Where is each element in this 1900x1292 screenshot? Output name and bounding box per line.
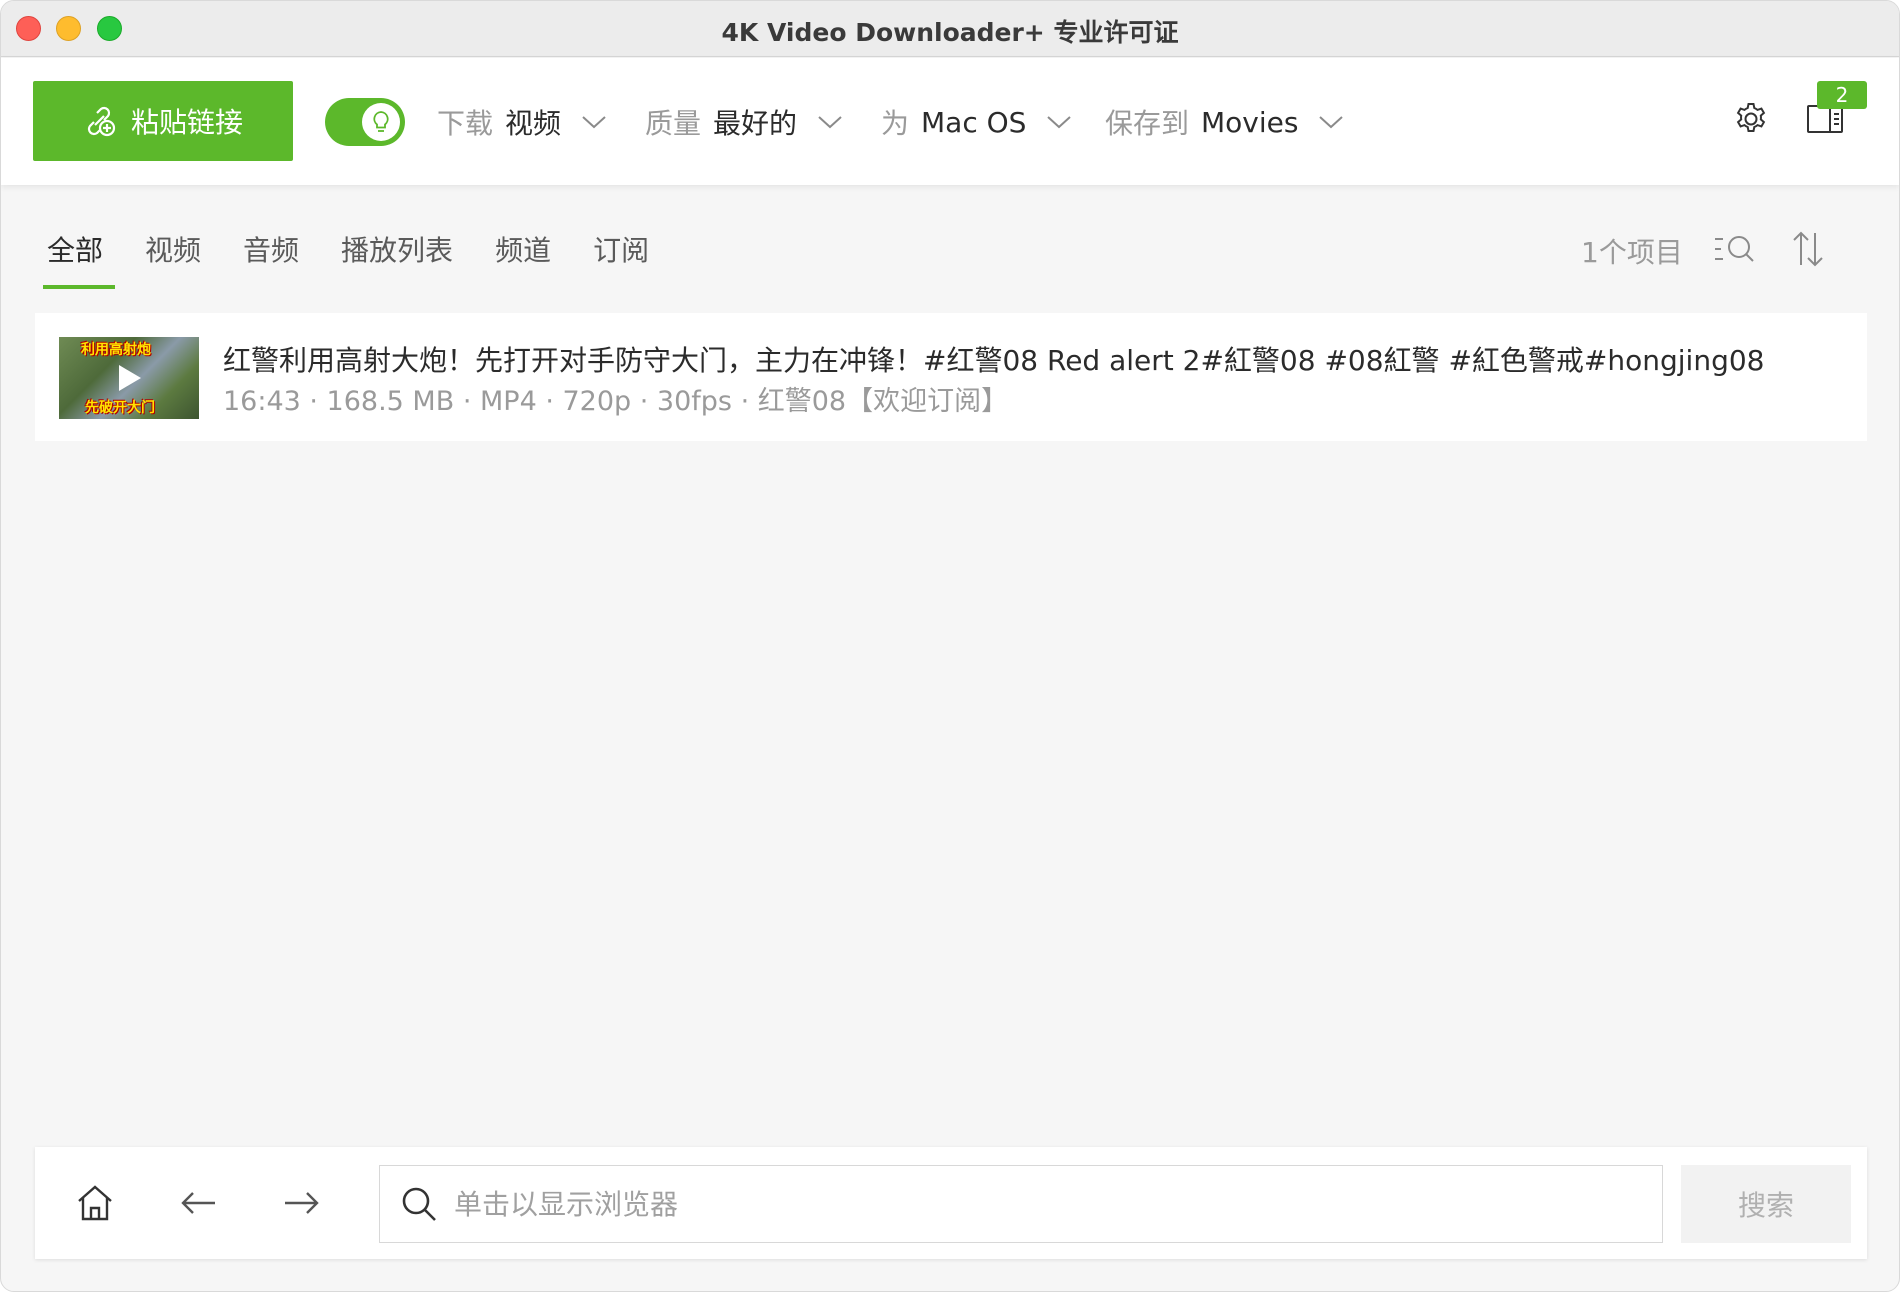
app-window: 4K Video Downloader+ 专业许可证 粘贴链接 下载 视频 质量… bbox=[0, 0, 1900, 1292]
download-type-value: 视频 bbox=[505, 107, 562, 140]
video-thumbnail: 利用高射炮 先破开大门 bbox=[59, 337, 199, 419]
thumbnail-caption-bottom: 先破开大门 bbox=[85, 400, 155, 416]
quality-label: 质量 bbox=[645, 107, 702, 140]
chevron-down-icon bbox=[582, 116, 606, 129]
chevron-down-icon bbox=[818, 116, 842, 129]
gear-icon[interactable] bbox=[1732, 100, 1770, 138]
downloads-count-badge: 2 bbox=[1817, 81, 1867, 109]
lightbulb-icon bbox=[373, 111, 389, 132]
item-meta: 16:43 · 168.5 MB · MP4 · 720p · 30fps · … bbox=[223, 386, 1009, 417]
list-item[interactable]: 利用高射炮 先破开大门 红警利用高射大炮！先打开对手防守大门，主力在冲锋！#红警… bbox=[35, 313, 1867, 441]
chevron-down-icon bbox=[1047, 116, 1072, 129]
tab-video[interactable]: 视频 bbox=[145, 229, 201, 289]
link-plus-icon bbox=[87, 106, 116, 137]
tab-channel[interactable]: 频道 bbox=[495, 229, 551, 289]
play-icon bbox=[119, 365, 141, 391]
paste-link-button[interactable]: 粘贴链接 bbox=[33, 81, 293, 161]
home-icon[interactable] bbox=[73, 1181, 117, 1225]
thumbnail-caption-top: 利用高射炮 bbox=[81, 342, 151, 358]
save-location-label: 保存到 bbox=[1105, 107, 1190, 140]
window-title: 4K Video Downloader+ 专业许可证 bbox=[721, 18, 1179, 47]
save-location-value: Movies bbox=[1201, 105, 1299, 139]
save-location-dropdown[interactable]: 保存到 Movies bbox=[1105, 100, 1344, 144]
sort-icon[interactable] bbox=[1791, 229, 1825, 269]
item-count: 1个项目 bbox=[1581, 236, 1683, 269]
tab-audio[interactable]: 音频 bbox=[243, 229, 299, 289]
toggle-knob bbox=[362, 103, 400, 141]
browser-url-box[interactable] bbox=[379, 1165, 1663, 1243]
search-button[interactable]: 搜索 bbox=[1681, 1165, 1851, 1243]
download-type-label: 下载 bbox=[437, 107, 494, 140]
quality-dropdown[interactable]: 质量 最好的 bbox=[645, 100, 843, 144]
search-icon bbox=[402, 1187, 436, 1221]
browser-search-input[interactable] bbox=[454, 1187, 1604, 1221]
platform-value: Mac OS bbox=[921, 105, 1027, 139]
download-type-dropdown[interactable]: 下载 视频 bbox=[437, 100, 607, 144]
arrow-left-icon[interactable] bbox=[177, 1181, 221, 1225]
item-title: 红警利用高射大炮！先打开对手防守大门，主力在冲锋！#红警08 Red alert… bbox=[223, 344, 1765, 377]
title-bar: 4K Video Downloader+ 专业许可证 bbox=[1, 1, 1899, 57]
smart-mode-toggle[interactable] bbox=[325, 98, 405, 146]
tab-subscription[interactable]: 订阅 bbox=[593, 229, 649, 289]
paste-link-label: 粘贴链接 bbox=[130, 107, 243, 138]
arrow-right-icon[interactable] bbox=[279, 1181, 323, 1225]
tab-all[interactable]: 全部 bbox=[42, 229, 116, 289]
platform-dropdown[interactable]: 为 Mac OS bbox=[881, 100, 1072, 144]
search-list-icon[interactable] bbox=[1713, 231, 1755, 267]
browser-bar: 搜索 bbox=[35, 1147, 1867, 1259]
toolbar: 粘贴链接 下载 视频 质量 最好的 为 Mac OS 保存到 Movies 2 bbox=[1, 58, 1899, 185]
tab-playlist[interactable]: 播放列表 bbox=[341, 229, 453, 289]
filter-tabs: 全部 视频 音频 播放列表 频道 订阅 bbox=[42, 229, 649, 289]
quality-value: 最好的 bbox=[713, 107, 798, 140]
chevron-down-icon bbox=[1319, 116, 1344, 129]
platform-label: 为 bbox=[881, 107, 910, 140]
